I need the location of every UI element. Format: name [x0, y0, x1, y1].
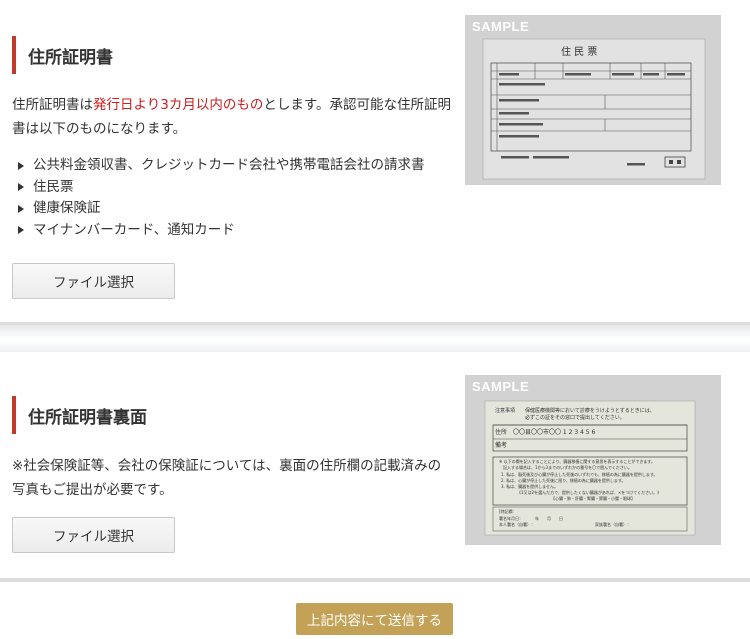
- list-item: 住民票: [18, 177, 425, 199]
- section-divider: [0, 322, 750, 352]
- card-instruction: 《1又は2を選んだ方で、提供したくない臓器があれば、×をつけてください。》: [517, 489, 661, 495]
- sample-image-insurance-card-back: 注意事項 保健医療機関等において診療をうけようとするときには、 必ずこの証をその…: [465, 375, 721, 545]
- address-proof-back-section: 住所証明書裏面 ※社会保険証等、会社の保険証については、裏面の住所欄の記載済みの…: [0, 352, 750, 578]
- sample-image-residence-certificate: 住 民 票 SAMPLE: [465, 15, 721, 185]
- card-sign-self: 本人署名（自署）：: [499, 521, 535, 527]
- card-instruction: 1. 私は、脳死後及び心臓が停止した死後のいずれでも、移植の為に臓器を提供します…: [501, 471, 657, 477]
- file-select-button-address-proof[interactable]: ファイル選択: [12, 263, 175, 299]
- card-instruction: 2. 私は、心臓が停止した死後に限り、移植の為に臓器を提供します。: [501, 477, 626, 483]
- card-remarks-label: 備考: [495, 441, 507, 449]
- list-item: 健康保険証: [18, 198, 425, 220]
- card-address-label: 住所: [495, 428, 507, 436]
- list-item: マイナンバーカード、通知カード: [18, 220, 425, 242]
- card-instruction: 【心臓・肺・肝臓・腎臓・膵臓・小腸・眼球】: [551, 495, 635, 501]
- sample-label: SAMPLE: [472, 19, 530, 34]
- triangle-bullet-icon: [18, 226, 24, 235]
- file-select-button-address-proof-back[interactable]: ファイル選択: [12, 517, 175, 553]
- list-item: 公共料金領収書、クレジットカード会社や携帯電話会社の請求書: [18, 155, 425, 177]
- card-note-label: 注意事項: [495, 407, 515, 414]
- triangle-bullet-icon: [18, 183, 24, 192]
- card-special-label: [特記欄：: [499, 508, 517, 514]
- card-instruction: ※ 以下の欄を記入することにより、臓器移植に関する意思を表示することができます。: [499, 458, 655, 464]
- bottom-divider: [0, 578, 750, 582]
- section-heading-address-proof-back: 住所証明書裏面: [12, 396, 147, 434]
- triangle-bullet-icon: [18, 204, 24, 213]
- sample-label: SAMPLE: [472, 379, 530, 394]
- address-proof-back-description: ※社会保険証等、会社の保険証については、裏面の住所欄の記載済みの写真もご提出が必…: [12, 458, 442, 498]
- card-note-line2: 必ずこの証をその窓口で提出してください。: [525, 414, 625, 421]
- accepted-documents-list: 公共料金領収書、クレジットカード会社や携帯電話会社の請求書 住民票 健康保険証 …: [18, 155, 425, 241]
- card-sign-family: 家族署名（自署）：: [595, 521, 631, 527]
- card-instruction: 記入する場合は、1から3までのいずれかの番号を〇で囲んでください。: [503, 464, 632, 470]
- triangle-bullet-icon: [18, 161, 24, 170]
- card-note-line1: 保健医療機関等において診療をうけようとするときには、: [525, 407, 655, 414]
- address-proof-section: 住所証明書 住所証明書は発行日より3カ月以内のものとします。承認可能な住所証明書…: [0, 0, 750, 322]
- insurance-card-back-illustration: 注意事項 保健医療機関等において診療をうけようとするときには、 必ずこの証をその…: [484, 400, 696, 536]
- card-instruction: 3. 私は、臓器を提供しません。: [501, 483, 558, 489]
- section-heading-address-proof: 住所証明書: [12, 36, 113, 74]
- submit-button[interactable]: 上記内容にて送信する: [296, 603, 453, 635]
- card-address-value: 〇〇县〇〇市〇〇 1 2 3 4 5 6: [513, 428, 596, 436]
- highlight-validity: 発行日より3カ月以内のもの: [93, 97, 264, 113]
- card-sign-date: 署名年月日： 年 月 日: [499, 515, 563, 521]
- sample-doc-title: 住 民 票: [561, 45, 597, 58]
- residence-certificate-illustration: 住 民 票: [482, 38, 706, 180]
- address-proof-description: 住所証明書は発行日より3カ月以内のものとします。承認可能な住所証明書は以下のもの…: [12, 97, 451, 137]
